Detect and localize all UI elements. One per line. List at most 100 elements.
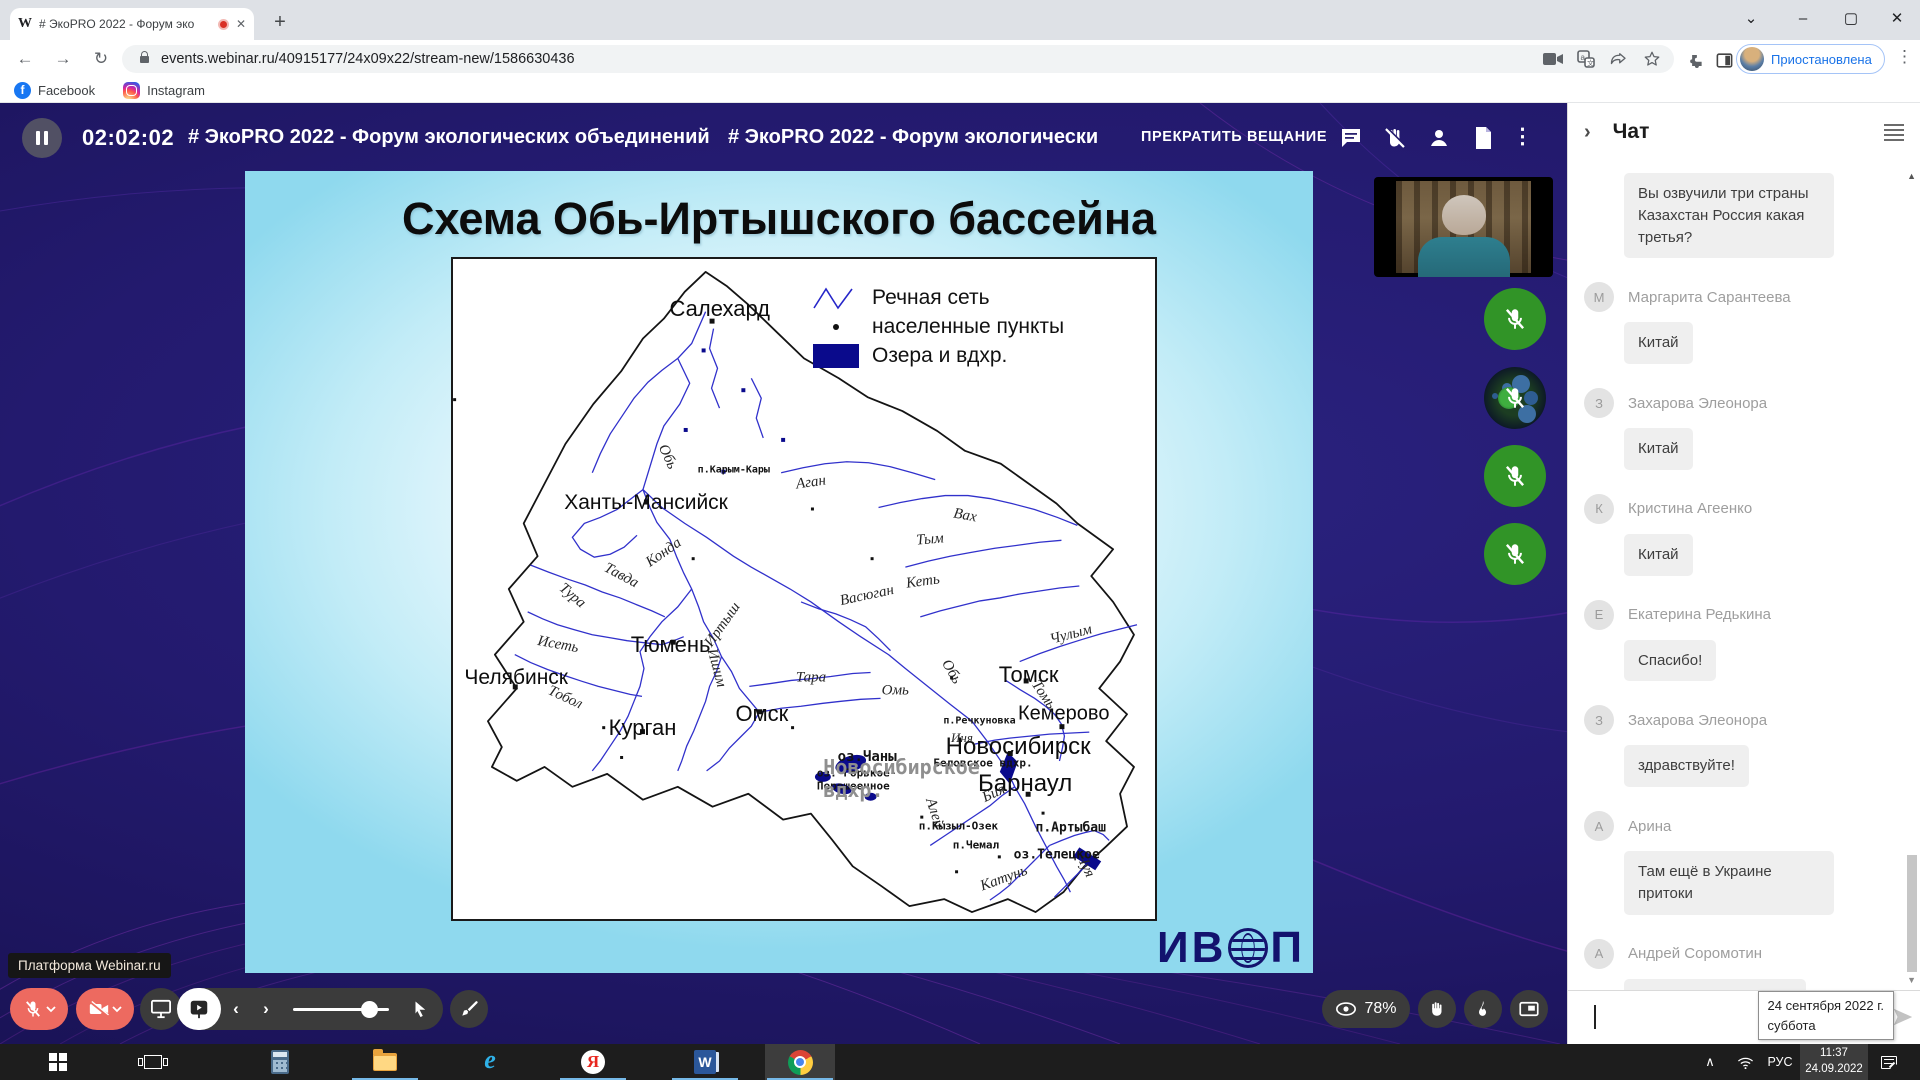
address-bar[interactable]: events.webinar.ru/40915177/24x09x22/stre… [122, 45, 1674, 73]
share-icon[interactable] [1608, 48, 1630, 70]
new-tab-button[interactable]: + [266, 9, 294, 37]
action-center-button[interactable] [1872, 1044, 1906, 1080]
legend-row: Озера и вдхр. [810, 343, 1064, 369]
window-minimize-button[interactable]: – [1780, 0, 1826, 40]
screen-share-button[interactable] [140, 988, 182, 1030]
extensions-button[interactable] [1682, 48, 1706, 72]
mic-muted-button[interactable] [10, 988, 68, 1030]
recording-dot-icon [218, 19, 229, 30]
reload-button[interactable]: ↻ [88, 46, 114, 72]
chat-author-name: Екатерина Редькина [1628, 606, 1771, 623]
video-call-icon[interactable] [1542, 48, 1564, 70]
send-icon[interactable] [1892, 1006, 1914, 1028]
chat-menu-button[interactable] [1884, 124, 1904, 141]
prev-slide-button[interactable]: ‹ [221, 999, 251, 1019]
back-button[interactable]: ← [12, 46, 38, 72]
profile-status-label: Приостановлена [1771, 52, 1872, 67]
scroll-down-icon[interactable]: ▼ [1907, 975, 1916, 985]
participant-mic-muted-button[interactable] [1484, 288, 1546, 350]
browser-tab[interactable]: W # ЭкоPRO 2022 - Форум эко ✕ [10, 8, 254, 40]
bookmark-star-icon[interactable] [1641, 48, 1663, 70]
date-tooltip: 24 сентября 2022 г. суббота [1758, 991, 1894, 1040]
bookmark-instagram[interactable]: Instagram [123, 82, 205, 99]
chat-toggle-button[interactable] [1338, 125, 1364, 151]
webinar-menu-button[interactable]: ⋮ [1512, 124, 1533, 149]
browser-tab-strip: W # ЭкоPRO 2022 - Форум эко ✕ + ⌄ – ▢ ✕ [0, 0, 1920, 40]
url-text: events.webinar.ru/40915177/24x09x22/stre… [161, 51, 1542, 67]
board-mode-button[interactable] [177, 988, 221, 1030]
raise-hand-disabled-button[interactable] [1382, 125, 1408, 151]
viewers-counter[interactable]: 78% [1322, 990, 1410, 1028]
pause-button[interactable] [22, 118, 62, 158]
window-maximize-button[interactable]: ▢ [1828, 0, 1874, 40]
tray-expand-button[interactable]: ∧ [1695, 1044, 1725, 1080]
chat-author-name: Маргарита Сарантеева [1628, 289, 1791, 306]
chat-message: Вы озвучили три страны Казахстан Россия … [1584, 173, 1904, 258]
slider-knob[interactable] [361, 1001, 378, 1018]
presenter-video[interactable] [1374, 177, 1553, 277]
internet-explorer-button[interactable]: e [455, 1044, 525, 1080]
chrome-button[interactable] [765, 1044, 835, 1080]
clear-annotations-button[interactable] [450, 990, 488, 1028]
chat-bubble: Китай [1624, 428, 1693, 470]
presenter-head [1442, 195, 1486, 235]
window-chevron-icon[interactable]: ⌄ [1728, 0, 1774, 40]
chat-scrollbar-thumb[interactable] [1907, 855, 1917, 972]
zoom-slider[interactable] [293, 1008, 389, 1011]
windows-taskbar: e Я W ∧ РУС 11:37 24.09.2022 [0, 1044, 1920, 1080]
document-icon [1472, 126, 1494, 150]
translate-icon[interactable]: a文 [1575, 48, 1597, 70]
mic-off-icon [1502, 463, 1528, 489]
wifi-button[interactable] [1730, 1044, 1760, 1080]
chat-message: ААринаТам ещё в Украине притоки [1584, 811, 1904, 915]
platform-tooltip: Платформа Webinar.ru [8, 953, 171, 978]
ivep-logo: ИВ П [1157, 923, 1305, 973]
chat-author-name: Кристина Агеенко [1628, 500, 1752, 517]
word-icon: W [694, 1050, 716, 1074]
svg-text:文: 文 [1587, 59, 1594, 68]
puzzle-icon [1685, 51, 1704, 70]
chat-header: › Чат [1568, 103, 1920, 161]
date-tooltip-line2: суббота [1768, 1016, 1884, 1036]
profile-badge[interactable]: Приостановлена [1736, 44, 1885, 74]
tab-close-icon[interactable]: ✕ [236, 17, 246, 31]
next-slide-button[interactable]: › [251, 999, 281, 1019]
map-city-label: Салехард [669, 296, 770, 322]
reactions-button[interactable] [1464, 990, 1502, 1028]
chat-collapse-button[interactable]: › [1584, 121, 1591, 144]
taskbar-clock[interactable]: 11:37 24.09.2022 [1800, 1044, 1868, 1080]
files-button[interactable] [1470, 125, 1496, 151]
yandex-browser-button[interactable]: Я [558, 1044, 628, 1080]
tab-title: # ЭкоPRO 2022 - Форум эко [39, 17, 211, 31]
calculator-button[interactable] [245, 1044, 315, 1080]
notification-icon [1881, 1056, 1897, 1069]
pip-button[interactable] [1510, 990, 1548, 1028]
bookmark-label: Facebook [38, 83, 95, 98]
participants-button[interactable] [1426, 125, 1452, 151]
raise-hand-button[interactable] [1418, 990, 1456, 1028]
hand-icon [1428, 1000, 1446, 1018]
file-explorer-button[interactable] [350, 1044, 420, 1080]
word-button[interactable]: W [670, 1044, 740, 1080]
chat-message-header: ЗЗахарова Элеонора [1584, 388, 1904, 418]
side-panel-button[interactable] [1712, 48, 1736, 72]
chat-bubble: Китай [1624, 322, 1693, 364]
forward-button[interactable]: → [50, 46, 76, 72]
camera-muted-button[interactable] [76, 988, 134, 1030]
pointer-tool-icon[interactable] [411, 999, 429, 1019]
participant-mic-muted-button[interactable] [1484, 523, 1546, 585]
participant-logo-mic-muted-button[interactable] [1484, 367, 1546, 429]
scroll-up-icon[interactable]: ▲ [1907, 171, 1916, 181]
stop-broadcast-button[interactable]: ПРЕКРАТИТЬ ВЕЩАНИЕ [1141, 129, 1327, 145]
task-view-button[interactable] [118, 1044, 188, 1080]
language-indicator[interactable]: РУС [1763, 1044, 1797, 1080]
bookmark-facebook[interactable]: f Facebook [14, 82, 95, 99]
browser-menu-button[interactable]: ⋮ [1896, 47, 1913, 67]
start-button[interactable] [23, 1044, 93, 1080]
window-close-button[interactable]: ✕ [1874, 0, 1920, 40]
chat-message-list[interactable]: Вы озвучили три страны Казахстан Россия … [1568, 161, 1920, 990]
avatar: Е [1584, 600, 1614, 630]
legend-row: Речная сеть [810, 285, 1064, 311]
participant-mic-muted-button[interactable] [1484, 445, 1546, 507]
chat-input[interactable]: 24 сентября 2022 г. суббота [1568, 990, 1920, 1044]
